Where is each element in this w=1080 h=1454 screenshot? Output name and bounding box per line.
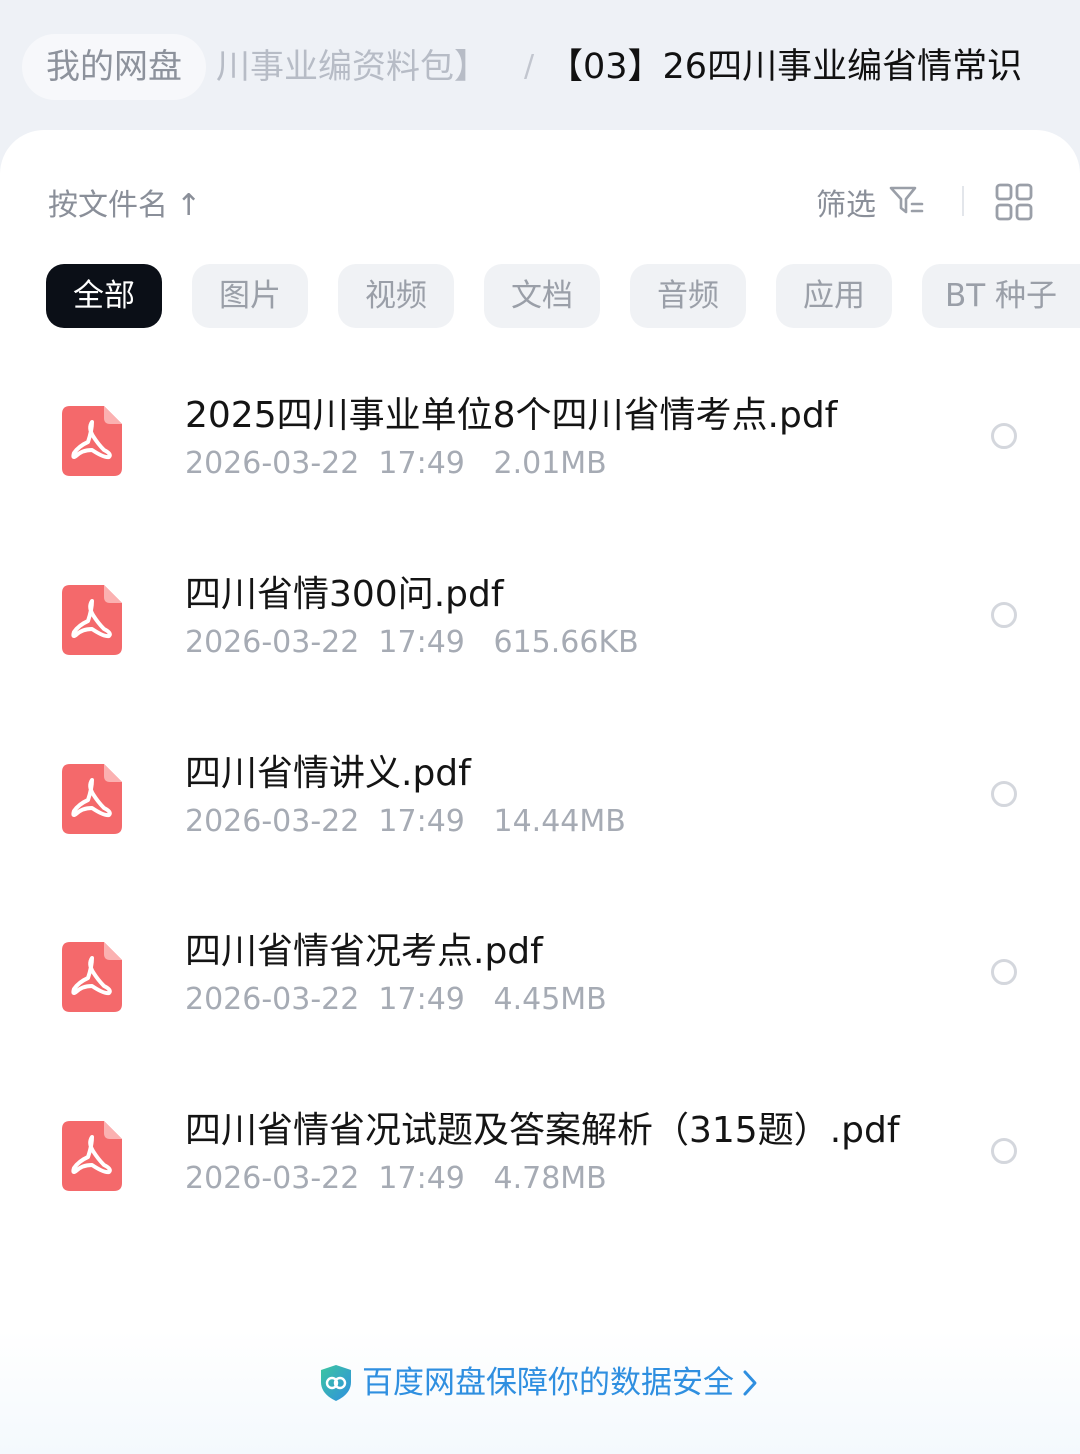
shield-icon — [321, 1365, 351, 1401]
select-radio[interactable] — [991, 959, 1017, 985]
pdf-file-icon — [62, 1121, 122, 1191]
file-name: 四川省情省况试题及答案解析（315题）.pdf — [185, 1110, 900, 1151]
tab-bt-torrents[interactable]: BT 种子 — [922, 264, 1080, 328]
file-name: 2025四川事业单位8个四川省情考点.pdf — [185, 395, 838, 436]
tab-images[interactable]: 图片 — [192, 264, 308, 328]
tab-all[interactable]: 全部 — [46, 264, 162, 328]
file-meta: 2026-03-22 17:49 2.01MB — [185, 446, 607, 481]
file-meta: 2026-03-22 17:49 4.78MB — [185, 1161, 607, 1196]
breadcrumb-current-folder: 【03】26四川事业编省情常识 — [548, 47, 1023, 87]
select-radio[interactable] — [991, 781, 1017, 807]
select-radio[interactable] — [991, 423, 1017, 449]
pdf-file-icon — [62, 764, 122, 834]
tab-audio[interactable]: 音频 — [630, 264, 746, 328]
sort-arrow-icon: ↑ — [176, 188, 202, 223]
category-tabs: 全部 图片 视频 文档 音频 应用 BT 种子 — [0, 264, 1080, 328]
file-list-panel: 按文件名 ↑ 筛选 全部 图片 视频 文档 音频 应用 BT 种子 2025四川事… — [0, 130, 1080, 1454]
file-row[interactable]: 2025四川事业单位8个四川省情考点.pdf 2026-03-22 17:49 … — [0, 366, 1080, 536]
file-meta: 2026-03-22 17:49 14.44MB — [185, 804, 626, 839]
breadcrumb-parent-folder[interactable]: 川事业编资料包】 — [216, 34, 488, 100]
file-name: 四川省情讲义.pdf — [185, 753, 471, 794]
file-meta: 2026-03-22 17:49 4.45MB — [185, 982, 607, 1017]
sort-by-name-button[interactable]: 按文件名 ↑ — [48, 180, 201, 224]
file-row[interactable]: 四川省情省况试题及答案解析（315题）.pdf 2026-03-22 17:49… — [0, 1081, 1080, 1251]
select-radio[interactable] — [991, 1138, 1017, 1164]
file-name: 四川省情300问.pdf — [185, 574, 504, 615]
file-row[interactable]: 四川省情讲义.pdf 2026-03-22 17:49 14.44MB — [0, 724, 1080, 894]
pdf-file-icon — [62, 585, 122, 655]
file-meta: 2026-03-22 17:49 615.66KB — [185, 625, 639, 660]
breadcrumb-separator: / — [524, 49, 535, 84]
tab-videos[interactable]: 视频 — [338, 264, 454, 328]
filter-icon[interactable] — [888, 184, 924, 218]
pdf-file-icon — [62, 406, 122, 476]
breadcrumb-home[interactable]: 我的网盘 — [22, 34, 206, 100]
sort-label: 按文件名 — [48, 188, 168, 223]
grid-view-icon[interactable] — [994, 182, 1034, 222]
tab-documents[interactable]: 文档 — [484, 264, 600, 328]
security-link[interactable]: 百度网盘保障你的数据安全 — [362, 1364, 734, 1402]
toolbar-divider — [962, 186, 964, 216]
filter-button[interactable]: 筛选 — [816, 180, 876, 224]
chevron-right-icon[interactable] — [740, 1368, 760, 1398]
security-footer[interactable]: 百度网盘保障你的数据安全 — [0, 1330, 1080, 1454]
file-name: 四川省情省况考点.pdf — [185, 931, 543, 972]
file-row[interactable]: 四川省情300问.pdf 2026-03-22 17:49 615.66KB — [0, 545, 1080, 715]
file-row[interactable]: 四川省情省况考点.pdf 2026-03-22 17:49 4.45MB — [0, 902, 1080, 1072]
breadcrumb: 我的网盘 川事业编资料包】 / 【03】26四川事业编省情常识 — [0, 0, 1080, 130]
select-radio[interactable] — [991, 602, 1017, 628]
tab-apps[interactable]: 应用 — [776, 264, 892, 328]
pdf-file-icon — [62, 942, 122, 1012]
